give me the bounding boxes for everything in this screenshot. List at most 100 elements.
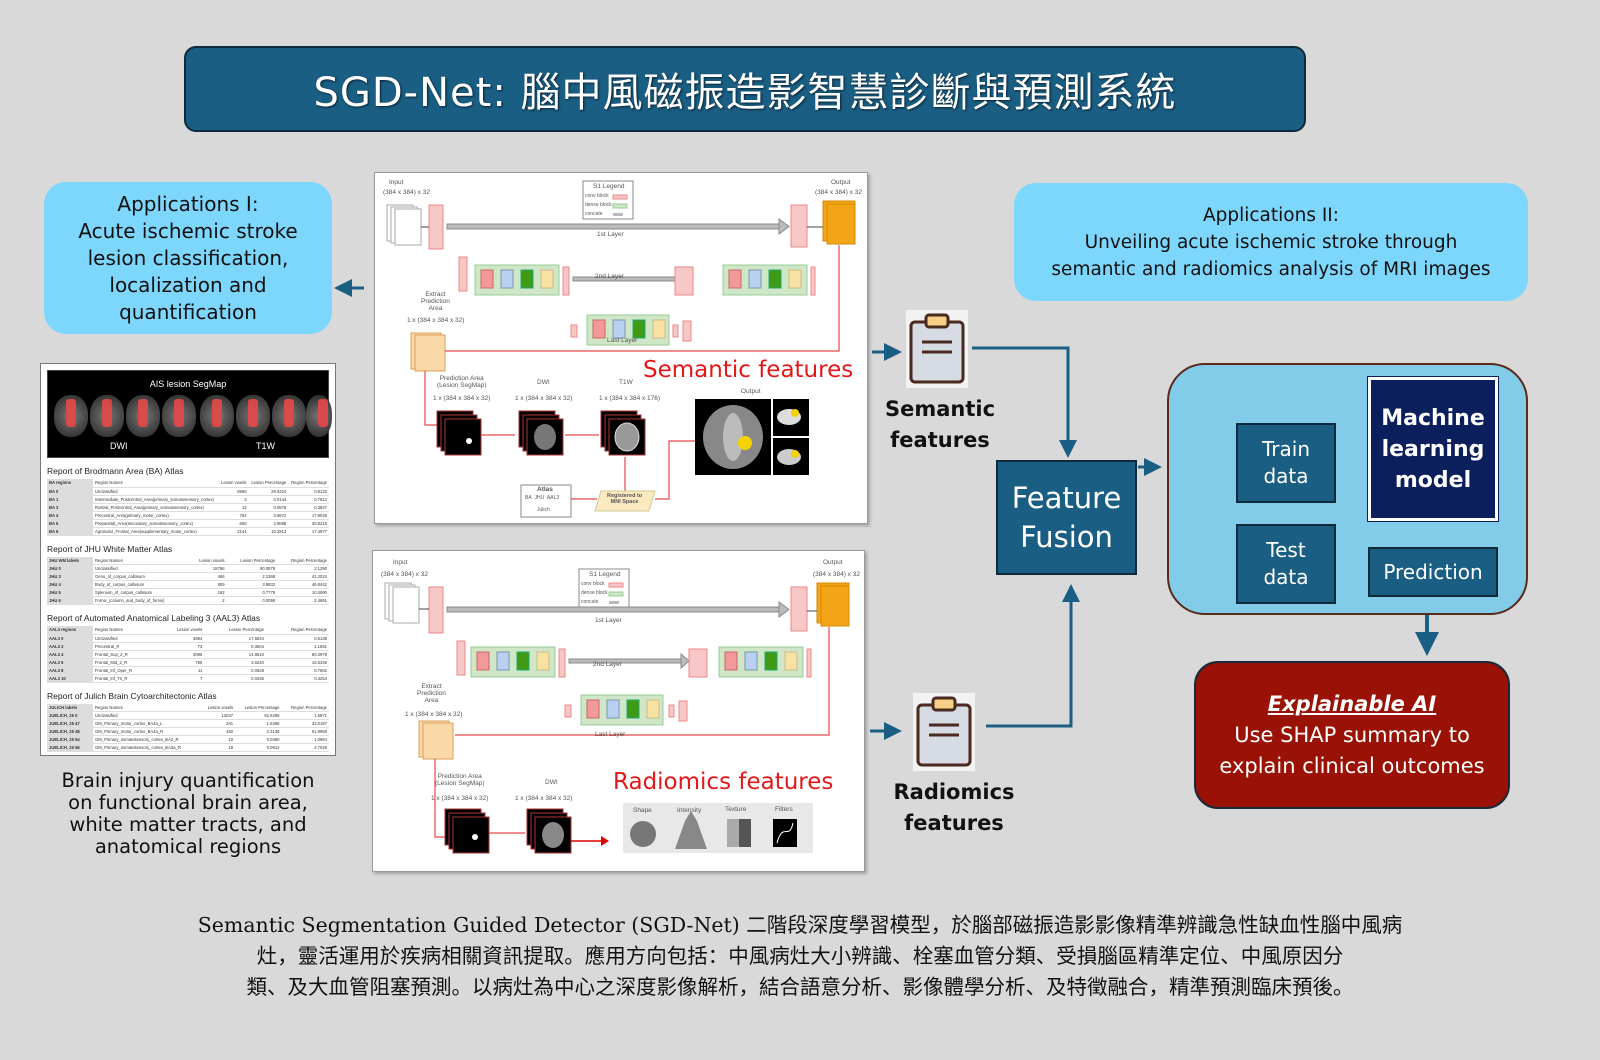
image-label: T1W <box>619 379 633 386</box>
table-cell: 5965 <box>218 487 249 496</box>
table-cell: 606 <box>218 519 249 528</box>
table-cell: 3.6672 <box>248 511 289 520</box>
table-cell: JHU 5 <box>47 588 93 597</box>
explainable-ai-box: Explainable AI Use SHAP summary to expla… <box>1194 661 1510 809</box>
brain-slice <box>54 395 88 437</box>
table-cell: BA 3 <box>47 503 93 512</box>
table-cell: 0.0576 <box>248 503 289 512</box>
table-cell: AAL3 2 <box>47 642 93 651</box>
layer-label: Last Layer <box>595 731 626 738</box>
input-label: Input <box>393 559 408 566</box>
table-cell: 2144 <box>218 527 249 536</box>
legend-item: concate <box>581 599 599 605</box>
table-cell: 2.3136 <box>235 727 282 736</box>
caption-line: Brain injury quantification <box>61 769 315 792</box>
table-cell: Splenium_of_corpus_callosum <box>93 588 189 597</box>
applications-1-box: Applications I: Acute ischemic stroke le… <box>44 182 332 334</box>
atlas-report: AIS lesion SegMap DWI T1W Report of Brod… <box>40 363 336 756</box>
app2-line: Unveiling acute ischemic stroke through <box>1084 231 1458 253</box>
table-cell: JUELICH_25 54 <box>47 735 93 744</box>
table-cell: 0.0912 <box>235 743 282 752</box>
image-label: Prediction Area (Lesion SegMap) <box>435 773 485 787</box>
report-table-title: Report of Automated Anatomical Labeling … <box>47 613 261 623</box>
table-row: BA 3 Rostral_Postcentral_Area(primary_som… <box>47 503 329 512</box>
table-cell: 0.8132 <box>288 487 329 496</box>
output-label: Output <box>831 179 851 186</box>
app2-line: semantic and radiomics analysis of MRI i… <box>1051 258 1491 280</box>
table-cell: 2.1591 <box>265 642 329 651</box>
table-cell: Rostral_Postcentral_Area(primary_somatos… <box>93 503 219 512</box>
image-dims: 1 x (384 x 384 x 32) <box>433 395 491 402</box>
table-row: AAL3 4 Frontal_Sup_2_R 3096 14.8610 60.3979 <box>47 650 329 659</box>
segmap-label-t1w: T1W <box>256 441 275 451</box>
app2-line: Applications II: <box>1202 204 1339 226</box>
table-header-cell: Region Percentage <box>265 626 329 635</box>
table-cell: GM_Primary_motor_cortex_BA4a_R <box>93 727 201 736</box>
radiomics-features-label: Radiomics features <box>893 780 1015 835</box>
output-dims: (384 x 384) x 32 <box>815 189 862 196</box>
image-label: Prediction Area (Lesion SegMap) <box>437 375 487 389</box>
table-cell: 32.0187 <box>281 719 329 728</box>
table-row: AAL3 8 Frontal_Inf_Oper_R 11 0.0528 0.7862 <box>47 666 329 675</box>
table-header-row: JULICH labels Region Names Lesion voxels Le… <box>47 703 329 712</box>
table-cell: JHU 6 <box>47 596 93 605</box>
app1-line: localization and <box>109 272 267 297</box>
prediction-box: Prediction <box>1368 547 1498 597</box>
brain-slice <box>162 395 196 437</box>
app1-line: quantification <box>119 299 257 324</box>
atlas-title: Atlas <box>537 486 553 493</box>
table-cell: JUELICH_25 48 <box>47 727 93 736</box>
extract-label: Extract Prediction Area <box>417 683 446 704</box>
report-table: JULICH labels Region Names Lesion voxels Le… <box>47 703 329 752</box>
table-cell: 1.5971 <box>281 711 329 720</box>
table-cell: Agranular_Frontal_Area(supplementary_mot… <box>93 527 219 536</box>
table-cell: Body_of_corpus_callosum <box>93 580 189 589</box>
brain-slice <box>90 395 124 437</box>
table-cell: AAL3 10 <box>47 674 93 683</box>
table-cell: Frontal_Sup_2_R <box>93 650 158 659</box>
app1-line: lesion classification, <box>87 245 289 270</box>
table-header-cell: Region Percentage <box>288 479 329 488</box>
test-data-box: Test data <box>1236 524 1336 604</box>
table-cell: 60.3979 <box>265 650 329 659</box>
table-header-cell: AAL3 regions <box>47 626 93 635</box>
table-cell: 15.5349 <box>265 658 329 667</box>
table-cell: 4.7029 <box>281 743 329 752</box>
table-cell: 0.0096 <box>226 596 278 605</box>
table-cell: 0.7812 <box>288 495 329 504</box>
table-cell: GM_Primary_motor_cortex_BA4a_L <box>93 719 201 728</box>
feature-type-shape: Shape <box>633 807 652 814</box>
app1-line: Acute ischemic stroke <box>78 218 298 243</box>
table-cell: JUELICH_25 0 <box>47 711 93 720</box>
table-row: BA 1 Intermediate_Postcentral_Area(primar… <box>47 495 329 504</box>
table-cell: Genu_of_corpus_callosum <box>93 572 189 581</box>
table-cell: Unclassified <box>93 634 158 643</box>
table-cell: 1.6368 <box>235 719 282 728</box>
dwi-stack <box>518 410 564 456</box>
feature-type-filters: Filters <box>775 806 793 813</box>
table-cell: 2.4691 <box>277 596 329 605</box>
table-header-cell: Lesion Percentage <box>226 556 278 565</box>
radiomics-pipeline-panel: Input (384 x 384) x 32 Output (384 x 384… <box>372 550 865 872</box>
caption-line: white matter tracts, and <box>69 813 307 836</box>
table-row: AAL3 0 Unclassified 3684 17.6834 0.5138 <box>47 634 329 643</box>
table-cell: 3.6240 <box>204 658 266 667</box>
table-header-cell: Region Percentage <box>281 703 329 712</box>
clipboard-icon <box>913 693 975 771</box>
table-cell: BA 1 <box>47 495 93 504</box>
table-cell: Frontal_Mid_2_R <box>93 658 158 667</box>
table-cell: 1.0964 <box>281 735 329 744</box>
table-row: JHU 3 Genu_of_corpus_callosum 466 2.2368 41.… <box>47 572 329 581</box>
caption-line: anatomical regions <box>94 835 282 858</box>
image-dims: 1 x (384 x 384 x 32) <box>515 795 573 802</box>
atlas-item: BA JHU AAL3 <box>525 495 560 501</box>
table-cell: JHU 4 <box>47 580 93 589</box>
segmap-image: AIS lesion SegMap DWI T1W <box>47 370 332 458</box>
radiomics-features-heading: Radiomics features <box>613 769 834 795</box>
table-cell: 11 <box>157 666 205 675</box>
table-cell: 3096 <box>157 650 205 659</box>
table-row: JUELICH_25 0 Unclassified 13047 62.6266 1.59… <box>47 711 329 720</box>
table-cell: 14.8610 <box>204 650 266 659</box>
image-dims: 1 x (384 x 384 x 32) <box>515 395 573 402</box>
xai-line: explain clinical outcomes <box>1219 753 1485 778</box>
